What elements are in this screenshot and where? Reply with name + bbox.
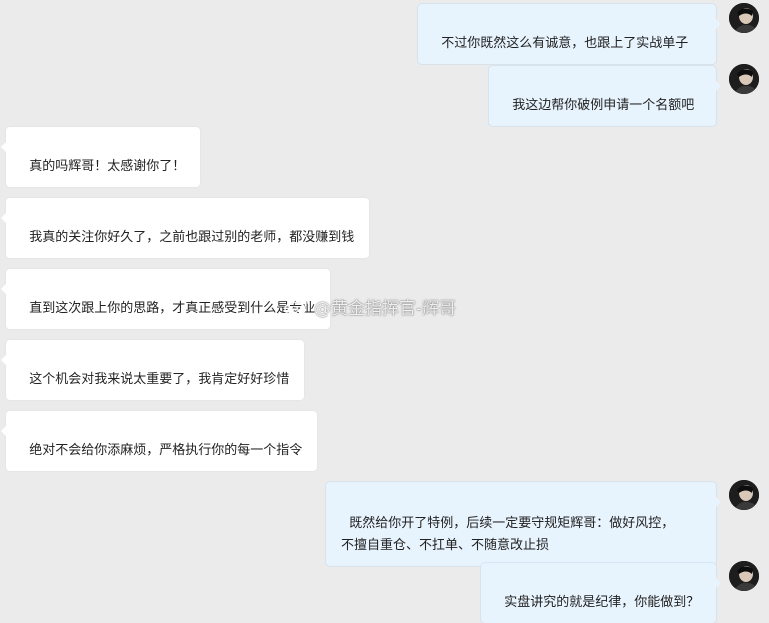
message-bubble-outgoing: 不过你既然这么有诚意，也跟上了实战单子: [418, 4, 721, 64]
avatar[interactable]: [729, 561, 759, 591]
user-avatar-icon: [729, 480, 759, 510]
avatar[interactable]: [729, 480, 759, 510]
message-bubble-incoming: 这个机会对我来说太重要了，我肯定好好珍惜: [0, 340, 305, 400]
message-text: 直到这次跟上你的思路，才真正感受到什么是专业: [29, 301, 316, 316]
message-text: 绝对不会给你添麻烦，严格执行你的每一个指令: [29, 443, 303, 458]
avatar[interactable]: [729, 64, 759, 94]
message-bubble-incoming: 我真的关注你好久了，之前也跟过别的老师，都没赚到钱: [0, 198, 370, 258]
message-bubble-incoming: 直到这次跟上你的思路，才真正感受到什么是专业: [0, 269, 331, 329]
avatar[interactable]: [729, 3, 759, 33]
message-bubble-outgoing: 既然给你开了特例，后续一定要守规矩辉哥：做好风控， 不擅自重仓、不扛单、不随意改…: [326, 482, 721, 566]
watermark-text: @黄金指挥官-辉哥: [314, 298, 457, 319]
message-bubble-incoming: 绝对不会给你添麻烦，严格执行你的每一个指令: [0, 411, 318, 471]
message-text: 这个机会对我来说太重要了，我肯定好好珍惜: [29, 372, 290, 387]
message-bubble-incoming: 真的吗辉哥！太感谢你了！: [0, 127, 201, 187]
message-text: 我真的关注你好久了，之前也跟过别的老师，都没赚到钱: [29, 230, 355, 245]
message-bubble-outgoing: 我这边帮你破例申请一个名额吧: [489, 66, 721, 126]
user-avatar-icon: [729, 561, 759, 591]
message-text: 既然给你开了特例，后续一定要守规矩辉哥：做好风控， 不擅自重仓、不扛单、不随意改…: [341, 516, 675, 553]
weibo-logo-icon: [284, 297, 309, 317]
message-text: 真的吗辉哥！太感谢你了！: [29, 159, 186, 174]
watermark: @黄金指挥官-辉哥: [284, 294, 457, 319]
message-bubble-outgoing: 实盘讲究的就是纪律，你能做到？: [481, 563, 721, 623]
user-avatar-icon: [729, 64, 759, 94]
message-text: 我这边帮你破例申请一个名额吧: [512, 98, 695, 113]
message-text: 实盘讲究的就是纪律，你能做到？: [504, 595, 700, 610]
user-avatar-icon: [729, 3, 759, 33]
message-text: 不过你既然这么有诚意，也跟上了实战单子: [441, 36, 689, 51]
